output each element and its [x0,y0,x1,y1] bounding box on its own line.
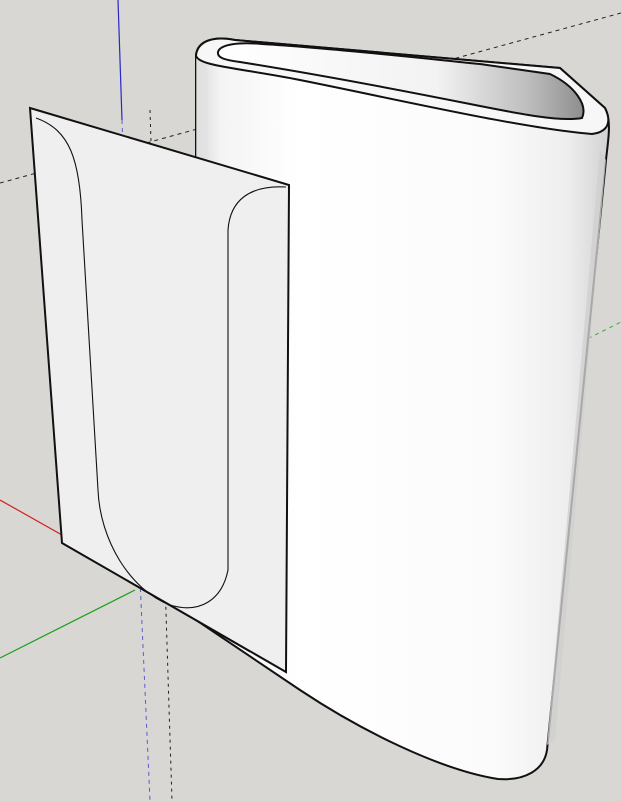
3d-modeling-viewport[interactable] [0,0,621,801]
section-plane[interactable] [28,106,291,674]
scene-canvas[interactable] [0,0,621,801]
